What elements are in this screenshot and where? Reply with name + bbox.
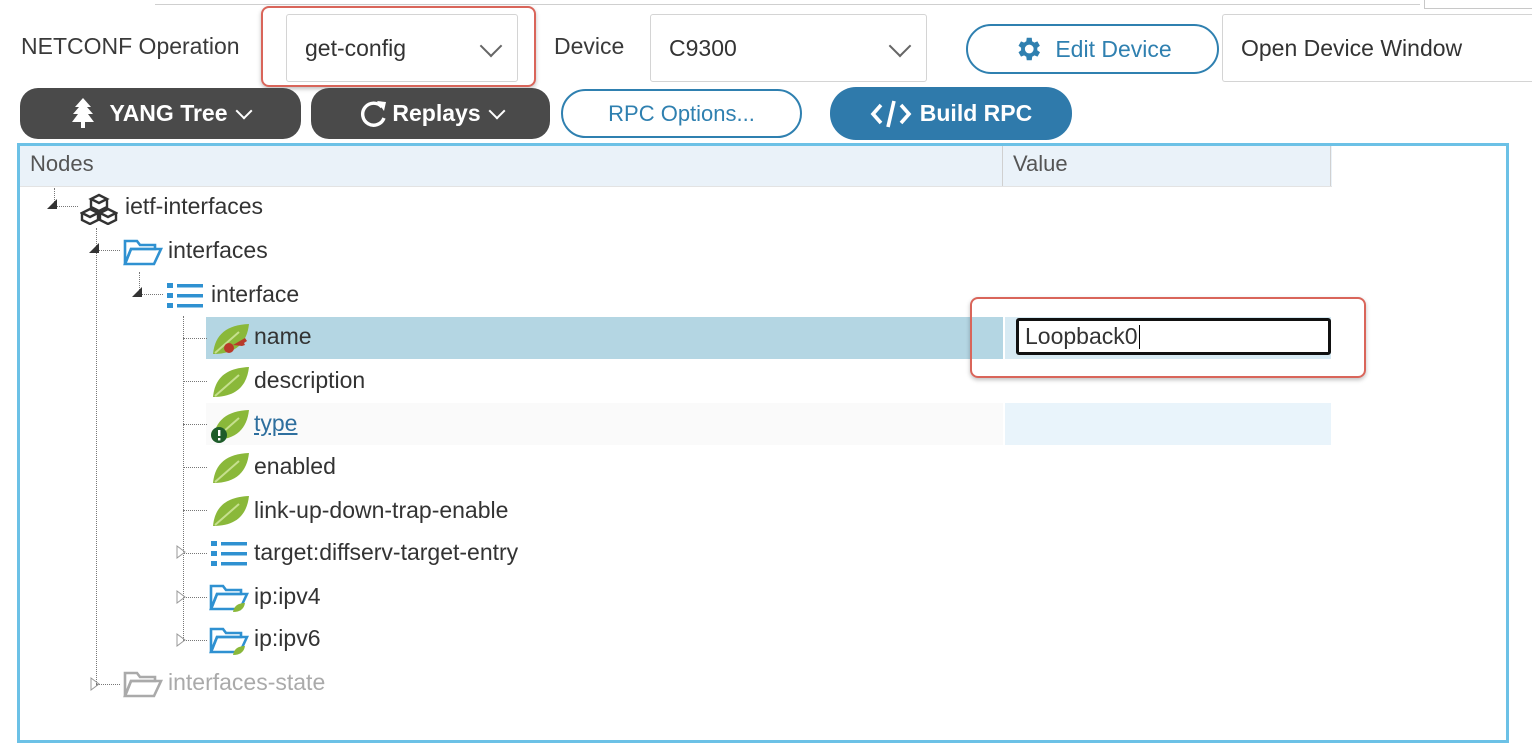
build-rpc-label: Build RPC	[919, 100, 1033, 126]
name-value-input[interactable]: Loopback0	[1016, 318, 1331, 355]
collapsed-arrow-icon[interactable]	[176, 590, 186, 604]
tree-connector	[183, 597, 207, 598]
open-device-window-label: Open Device Window	[1241, 34, 1463, 61]
row-type-value-cell[interactable]	[1005, 403, 1331, 445]
tree-node-type[interactable]: type	[254, 410, 297, 437]
chevron-down-icon	[488, 102, 506, 119]
top-divider	[155, 0, 1420, 5]
tree-connector	[183, 338, 207, 339]
header-divider	[1330, 146, 1331, 186]
leaf-icon	[211, 410, 249, 443]
tree-node-diffserv-target-entry[interactable]: target:diffserv-target-entry	[254, 539, 518, 566]
collapsed-arrow-icon[interactable]	[90, 677, 100, 691]
folder-icon	[209, 584, 249, 612]
rpc-options-button[interactable]: RPC Options...	[561, 89, 802, 138]
operation-select[interactable]: get-config	[286, 14, 518, 82]
expanded-arrow-icon[interactable]	[88, 242, 100, 254]
replays-button[interactable]: Replays	[311, 88, 550, 139]
netconf-operation-label: NETCONF Operation	[21, 33, 240, 59]
operation-select-value: get-config	[305, 34, 407, 61]
list-icon	[167, 283, 203, 308]
gear-icon	[1013, 34, 1043, 64]
tree-connector	[183, 510, 207, 511]
tree-node-ipv4[interactable]: ip:ipv4	[254, 583, 320, 610]
tree-node-ipv6[interactable]: ip:ipv6	[254, 625, 320, 652]
tree-node-ietf-interfaces[interactable]: ietf-interfaces	[125, 193, 263, 220]
leaf-icon	[213, 453, 249, 483]
leaf-icon	[213, 496, 249, 526]
row-type-background	[206, 403, 1003, 445]
module-icon	[80, 193, 118, 225]
collapsed-arrow-icon[interactable]	[176, 633, 186, 647]
text-caret	[1138, 324, 1140, 349]
replays-label: Replays	[392, 100, 481, 126]
chevron-down-icon	[479, 34, 503, 58]
yang-tree-label: YANG Tree	[109, 100, 228, 126]
device-select-value: C9300	[669, 34, 737, 61]
tree-node-description[interactable]: description	[254, 367, 365, 394]
leaf-icon	[213, 367, 249, 397]
chevron-down-icon	[235, 102, 253, 119]
device-select[interactable]: C9300	[650, 14, 927, 82]
device-label: Device	[554, 33, 625, 59]
folder-icon	[209, 627, 249, 655]
tree-connector	[183, 553, 207, 554]
header-divider	[1002, 146, 1003, 186]
tree-node-interfaces-state[interactable]: interfaces-state	[168, 669, 325, 696]
selected-row-highlight	[206, 317, 1003, 359]
tree-connector	[183, 424, 207, 425]
expanded-arrow-icon[interactable]	[131, 286, 143, 298]
yang-tree-button[interactable]: YANG Tree	[20, 88, 301, 139]
folder-icon	[123, 239, 163, 266]
collapsed-arrow-icon[interactable]	[176, 545, 186, 559]
column-header-value[interactable]: Value	[1013, 151, 1068, 177]
tree-icon	[71, 97, 95, 130]
code-icon	[870, 99, 912, 129]
tree-node-enabled[interactable]: enabled	[254, 453, 336, 480]
tree-connector	[183, 640, 207, 641]
name-value-text: Loopback0	[1025, 323, 1138, 349]
list-icon	[211, 541, 247, 566]
tree-node-interface[interactable]: interface	[211, 281, 299, 308]
folder-icon	[123, 671, 163, 698]
expanded-arrow-icon[interactable]	[46, 198, 58, 210]
tree-connector	[96, 228, 97, 686]
leaf-icon	[213, 324, 249, 354]
tree-node-link-up-down-trap-enable[interactable]: link-up-down-trap-enable	[254, 497, 508, 524]
exclamation-icon	[211, 427, 227, 443]
tree-node-interfaces[interactable]: interfaces	[168, 237, 268, 264]
top-field-remnant	[1424, 0, 1532, 9]
tree-node-name[interactable]: name	[254, 323, 312, 350]
tree-connector	[183, 467, 207, 468]
chevron-down-icon	[888, 34, 912, 58]
open-device-window-select[interactable]: Open Device Window	[1222, 14, 1532, 82]
edit-device-button[interactable]: Edit Device	[966, 24, 1219, 74]
edit-device-label: Edit Device	[1055, 35, 1172, 62]
tree-connector	[183, 381, 207, 382]
tree-header	[20, 146, 1332, 187]
refresh-icon	[358, 98, 388, 130]
build-rpc-button[interactable]: Build RPC	[830, 87, 1072, 140]
column-header-nodes[interactable]: Nodes	[30, 151, 94, 177]
rpc-options-label: RPC Options...	[608, 100, 755, 126]
